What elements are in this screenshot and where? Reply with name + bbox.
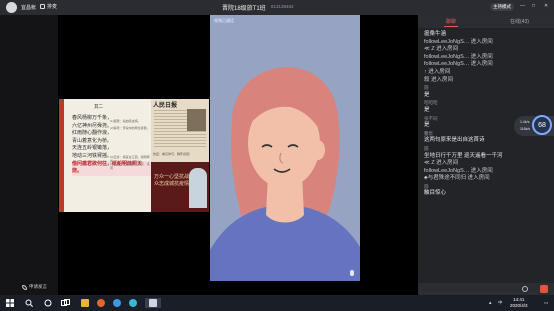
chat-message: followLeeJoNgS… 进入房间 <box>424 61 493 68</box>
chat-list[interactable]: 瘟桑牛涵 followLeeJoNgS… 进入房间 ≪ Z 进入房间 follo… <box>424 31 549 198</box>
mic-queue-icon <box>40 4 45 9</box>
poem-panel: 其二 春风杨柳万千条， 六亿神州尽舜尧。 红雨随心翻作浪， 青山着意化为桥。 天… <box>59 99 151 212</box>
participant-video[interactable]: 视频已通话 <box>210 15 360 281</box>
clock[interactable]: 14:41 2020/4/3 <box>510 297 528 309</box>
poem-line: 红雨随心翻作浪， <box>72 130 113 137</box>
search-icon[interactable] <box>25 298 33 308</box>
host-info[interactable]: 宜昌帐 <box>6 2 36 13</box>
top-bar: 宜昌帐 排麦 晋院18级旅T1班 813138484 主持模式 — □ ✕ <box>0 0 554 15</box>
stage: 申请发言 其二 春风杨柳万千条， 六亿神州尽舜尧。 红雨随心翻作浪， 青山着意化… <box>0 15 418 295</box>
chat-sender: 圆 <box>424 145 429 151</box>
poem-title: 其二 <box>94 104 103 109</box>
active-tab-indicator <box>444 26 458 27</box>
slide-caption: 抗疫：看见你们，胸怀感恩！ <box>153 152 193 156</box>
windows-start-icon[interactable] <box>6 298 14 308</box>
panel-tabs: 聊聊 在线(43) <box>418 15 554 28</box>
host-name: 宜昌帐 <box>21 5 37 11</box>
task-view-icon[interactable] <box>61 298 70 308</box>
chat-message: ♣与君殊途不同归 进入房间 <box>424 175 490 182</box>
follow-button[interactable]: 排麦 <box>40 3 57 10</box>
input-language[interactable]: 中 <box>498 300 503 306</box>
slide-note: (1)瘟君：指血吸虫病。 <box>110 119 141 123</box>
app-window: 宜昌帐 排麦 晋院18级旅T1班 813138484 主持模式 — □ ✕ 申请… <box>0 0 554 311</box>
shared-slide: 其二 春风杨柳万千条， 六亿神州尽舜尧。 红雨随心翻作浪， 青山着意化为桥。 天… <box>59 99 209 212</box>
room-id: 813138484 <box>271 4 294 9</box>
chat-message: ≪ Z 进入房间 <box>424 46 459 53</box>
close-button[interactable]: ✕ <box>544 3 548 9</box>
chat-input-bar[interactable] <box>418 283 554 295</box>
tab-online[interactable]: 在线(43) <box>510 18 529 25</box>
slide-note: (4)三河：泛指黄河、淮河、洛河 <box>110 162 150 170</box>
slide-note: (2)舜尧：传说中的两位贤君。 <box>110 126 150 130</box>
chat-message: 坐地日行千万里 巡天遥看一千河 <box>424 152 503 159</box>
maximize-button[interactable]: □ <box>532 3 535 9</box>
poster-line: 众志成城抗疫情。 <box>154 180 195 187</box>
upload-speed: 1.4k/s <box>520 120 530 124</box>
chat-message: 是 <box>424 106 430 113</box>
chat-message: 叙 进入房间 <box>424 76 454 83</box>
poster-image: 万众一心坚抗战， 众志成城抗疫情。 <box>151 162 209 212</box>
chat-panel: 聊聊 在线(43) 瘟桑牛涵 followLeeJoNgS… 进入房间 ≪ Z … <box>418 15 554 295</box>
taskbar: ▲ 中 14:41 2020/4/3 ▭ <box>0 295 554 311</box>
clock-date: 2020/4/3 <box>510 303 528 308</box>
newspaper-title: 人民日报 <box>153 102 178 109</box>
chat-message: ↑ 进入房间 <box>424 68 451 75</box>
notifications-icon[interactable]: ▭ <box>544 300 548 306</box>
emoji-icon[interactable] <box>522 286 528 292</box>
gift-icon[interactable] <box>540 285 548 293</box>
minimize-button[interactable]: — <box>520 3 525 9</box>
phone-icon <box>22 284 27 290</box>
download-speed: 116k/s <box>520 127 531 131</box>
ear <box>311 140 325 160</box>
file-explorer-icon[interactable] <box>81 298 89 308</box>
mic-icon[interactable] <box>350 270 354 276</box>
app-icon[interactable] <box>129 298 137 308</box>
avatar[interactable] <box>6 2 17 13</box>
poster-text: 万众一心坚抗战， 众志成城抗疫情。 <box>154 174 194 187</box>
tab-chat[interactable]: 聊聊 <box>446 18 456 25</box>
meeting-app-icon[interactable] <box>145 298 161 308</box>
chat-message: 是 <box>424 91 430 98</box>
chat-sender: 昭昭昭 <box>424 100 438 106</box>
apply-speak-button[interactable]: 申请发言 <box>22 284 47 290</box>
network-score[interactable]: 68 <box>532 115 552 135</box>
firefox-icon[interactable] <box>97 298 105 308</box>
follow-label: 排麦 <box>47 4 58 10</box>
chat-message: 瘟桑牛涵 <box>424 31 447 37</box>
left-strip <box>0 15 58 295</box>
poster-line: 万众一心坚抗战， <box>154 174 195 180</box>
network-tray-icon[interactable]: ▲ <box>488 300 492 305</box>
cortana-icon[interactable] <box>44 298 52 308</box>
masked-face-image <box>189 168 207 208</box>
chat-message: ≪ Z 进入房间 <box>424 160 459 167</box>
chat-message: 触目惊心 <box>424 190 447 197</box>
browser-icon[interactable] <box>113 298 121 308</box>
chat-sender: 圆 <box>424 85 429 91</box>
chat-message: 这两句原来是出自这首诗 <box>424 137 485 144</box>
poem-line: 天连五岭银锄落， <box>72 145 113 152</box>
room-title: 晋院18级旅T1班 <box>222 6 266 12</box>
news-panel: 人民日报 抗疫：看见你们，胸怀感恩！ 万众一心坚抗战， 众志成城抗疫情。 <box>151 99 209 212</box>
host-mode-button[interactable]: 主持模式 <box>490 3 514 11</box>
apply-speak-label: 申请发言 <box>29 284 47 289</box>
newspaper-photo <box>187 109 206 131</box>
avatar-illustration <box>210 67 360 281</box>
